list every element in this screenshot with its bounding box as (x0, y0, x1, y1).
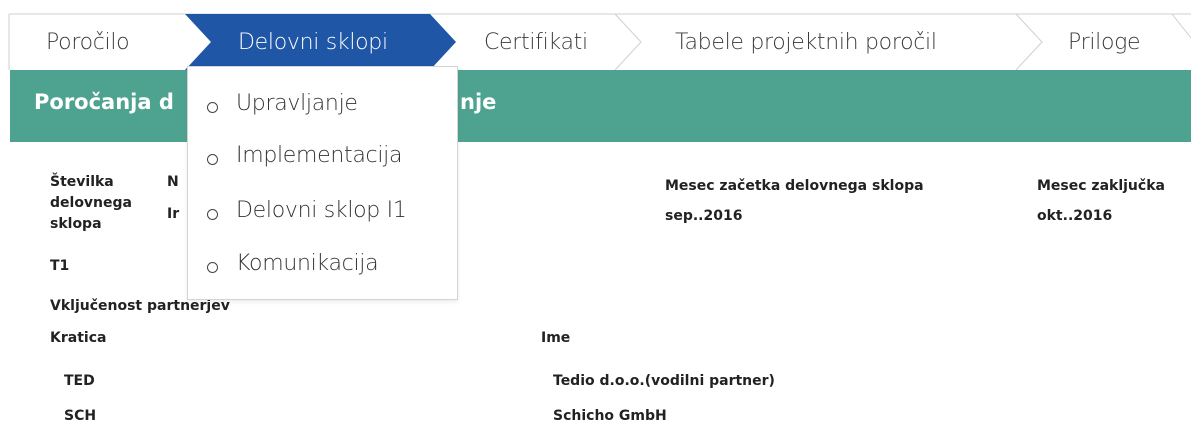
end-month-label: Mesec zaključka (1037, 178, 1165, 194)
circle-bullet-icon (207, 154, 218, 165)
dropdown-item-komunikacija[interactable]: Komunikacija (188, 247, 459, 287)
wp-number-label-line2: delovnega (50, 195, 132, 211)
step-separator-3 (614, 13, 642, 70)
dropdown-item-label: Komunikacija (236, 251, 379, 276)
wp-name-value: Ir (167, 206, 180, 222)
dropdown-item-implementacija[interactable]: Implementacija (188, 139, 459, 179)
dropdown-item-label: Delovni sklop I1 (236, 198, 407, 223)
wp-number-value: T1 (50, 258, 70, 274)
dropdown-item-upravljanje[interactable]: Upravljanje (188, 87, 459, 127)
partner-abbr: TED (64, 373, 95, 389)
partners-col-ime: Ime (541, 330, 571, 346)
section-title-end: nje (460, 90, 497, 114)
step-navigation-shapes (8, 13, 1191, 70)
dropdown-item-delovni-sklop-i1[interactable]: Delovni sklop I1 (188, 194, 459, 234)
wp-number-label-line1: Številka (50, 174, 114, 190)
step-porocilo[interactable]: Poročilo (46, 0, 130, 70)
partner-name: Schicho GmbH (553, 408, 667, 424)
step-separator-5 (1171, 13, 1191, 39)
section-title-start: Poročanja d (34, 90, 174, 114)
dropdown-item-label: Upravljanje (236, 91, 358, 116)
step-priloge[interactable]: Priloge (1068, 0, 1141, 70)
step-separator-4 (1015, 13, 1043, 70)
start-month-value: sep..2016 (665, 208, 743, 224)
partners-col-kratica: Kratica (50, 330, 107, 346)
partner-abbr: SCH (64, 408, 97, 424)
circle-bullet-icon (207, 262, 218, 273)
work-packages-dropdown: Upravljanje Implementacija Delovni sklop… (187, 66, 458, 300)
partner-name: Tedio d.o.o.(vodilni partner) (553, 373, 775, 389)
step-certifikati[interactable]: Certifikati (484, 0, 588, 70)
step-tabele-projektnih-porocil[interactable]: Tabele projektnih poročil (675, 0, 937, 70)
wp-name-label: N (167, 174, 179, 190)
step-delovni-sklopi[interactable]: Delovni sklopi (238, 0, 388, 70)
step-navigation: Poročilo Delovni sklopi Certifikati Tabe… (0, 0, 1191, 70)
partners-heading-start: Vključenost pa (50, 298, 167, 314)
partners-heading-end: rtnerjev (166, 298, 230, 314)
circle-bullet-icon (207, 209, 218, 220)
dropdown-item-label: Implementacija (236, 143, 403, 168)
circle-bullet-icon (207, 102, 218, 113)
wp-number-label-line3: sklopa (50, 216, 102, 232)
end-month-value: okt..2016 (1037, 208, 1113, 224)
start-month-label: Mesec začetka delovnega sklopa (665, 178, 924, 194)
